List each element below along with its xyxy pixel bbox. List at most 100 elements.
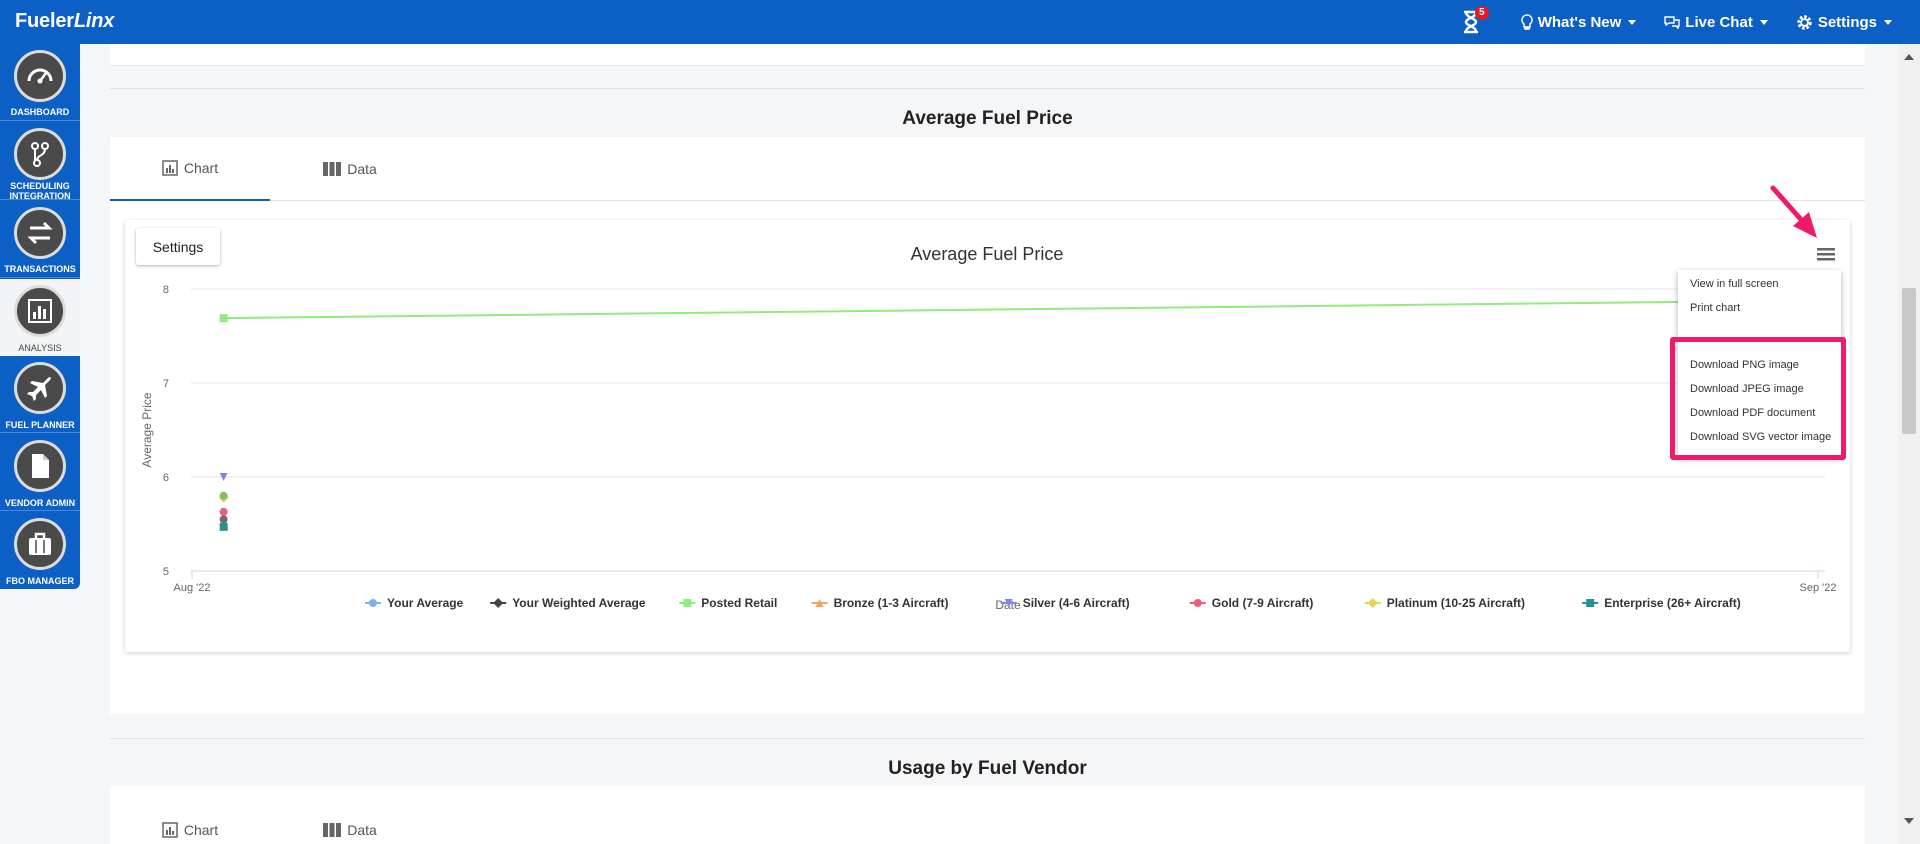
x-tick-label: Sep '22 [1800,582,1837,594]
annotation-arrow-icon [1770,185,1817,238]
sidebar-item-label: VENDOR ADMIN [4,498,76,508]
chart-context-menu-button[interactable] [1815,243,1837,265]
legend-item-label: Enterprise (26+ Aircraft) [1604,596,1741,610]
tab-chart[interactable]: Chart [110,816,270,844]
sidebar-item-scheduling-integration[interactable]: SCHEDULING INTEGRATION [0,122,80,201]
average-fuel-price-card: Chart Data Average Fuel Price 5 6 7 8 Aug '22… [110,137,1865,714]
tab-chart[interactable]: Chart [110,137,270,201]
columns-icon [323,162,342,176]
tab-chart-label: Chart [183,160,219,176]
tab-chart-label: Chart [183,822,219,838]
exchange-icon [14,207,66,259]
scrollbar-thumb[interactable] [1902,288,1916,434]
section-heading-usage-by-fuel-vendor: Usage by Fuel Vendor [110,738,1865,786]
y-tick-label: 7 [163,378,169,390]
chart-data-tabs: Chart Data [110,137,1865,201]
previous-section-card [110,44,1865,66]
sidebar-item-label: ANALYSIS [18,343,62,353]
bar-chart-icon [162,822,178,838]
tab-data-label: Data [347,161,377,177]
sidebar-item-transactions[interactable]: TRANSACTIONS [0,201,80,278]
chat-bubbles-icon [1664,16,1680,29]
sidebar-item-label: DASHBOARD [10,107,70,117]
chevron-down-icon [1628,19,1637,25]
briefcase-icon [14,518,66,570]
hamburger-menu-icon [1817,248,1835,261]
brand-primary: Fueler [15,10,74,32]
data-point [219,522,228,531]
legend-marker [1193,599,1202,607]
bar-chart-icon [14,285,66,337]
legend-item-label: Silver (4-6 Aircraft) [1023,596,1130,610]
live-chat-menu[interactable]: Live Chat [1664,14,1768,31]
page-title: Average Fuel Price [902,108,1073,129]
section-heading-average-fuel-price: Average Fuel Price [110,88,1865,136]
legend-marker [369,599,377,607]
legend-item-label: Platinum (10-25 Aircraft) [1387,596,1525,610]
y-axis-title: Average Price [140,392,154,467]
brand-logo[interactable]: FuelerLinx [15,10,114,33]
legend-item-label: Bronze (1-3 Aircraft) [834,596,949,610]
sidebar-item-fuel-planner[interactable]: FUEL PLANNER [0,356,80,433]
sidebar-item-label: FBO MANAGER [6,576,74,586]
sidebar-item-label: FUEL PLANNER [5,420,75,430]
series-line [223,299,1824,320]
lightbulb-icon [1521,14,1533,30]
sidebar-item-fbo-manager[interactable]: FBO MANAGER [0,512,80,589]
sidebar-item-vendor-admin[interactable]: VENDOR ADMIN [0,434,80,511]
whats-new-menu[interactable]: What's New [1521,14,1637,31]
x-tick-label: Aug '22 [174,582,211,594]
menu-item-download-svg[interactable]: Download SVG vector image [1690,431,1831,443]
average-fuel-price-chart: Average Fuel Price5678Aug '22Sep '22Date… [125,220,1850,652]
page-scrollbar[interactable] [1898,44,1920,844]
chevron-down-icon [1759,19,1768,25]
legend-item-label: Posted Retail [701,596,777,610]
chart-data-tabs: Chart Data [110,786,1865,844]
legend-item-label: Your Average [387,596,464,610]
y-tick-label: 8 [163,284,169,296]
sidebar-item-label: TRANSACTIONS [4,264,76,274]
branch-icon [14,128,66,180]
gear-icon [1797,14,1812,30]
top-navbar: FuelerLinx 5 What's New Live Chat Settin… [0,0,1920,44]
tab-data[interactable]: Data [270,137,430,201]
bar-chart-icon [162,160,178,176]
scroll-up-icon[interactable] [1904,54,1914,60]
chart-export-menu: View in full screen Print chart Download… [1678,270,1841,457]
sidebar-item-analysis[interactable]: ANALYSIS [0,279,80,356]
sidebar: DASHBOARD SCHEDULING INTEGRATION TRANSAC… [0,44,80,589]
brand-secondary: Linx [73,10,115,32]
document-icon [14,440,66,492]
notification-badge: 5 [1474,6,1489,20]
legend-item-label: Gold (7-9 Aircraft) [1212,596,1314,610]
menu-item-print-chart[interactable]: Print chart [1690,302,1740,314]
gauge-icon [14,50,66,102]
tab-data[interactable]: Data [270,816,430,844]
sidebar-item-dashboard[interactable]: DASHBOARD [0,44,80,121]
settings-label: Settings [1817,13,1877,31]
legend-item-label: Your Weighted Average [512,596,646,610]
menu-item-download-png[interactable]: Download PNG image [1690,359,1799,371]
chart-settings-label: Settings [152,238,204,255]
menu-item-view-full-screen[interactable]: View in full screen [1690,278,1778,290]
data-point [219,507,228,516]
columns-icon [323,823,342,837]
menu-item-download-jpeg[interactable]: Download JPEG image [1690,383,1804,395]
y-tick-label: 6 [163,472,169,484]
data-point [219,314,228,323]
whats-new-label: What's New [1537,13,1622,31]
notifications-button[interactable]: 5 [1461,6,1489,34]
usage-by-fuel-vendor-card: Chart Data [110,786,1865,844]
scroll-down-icon[interactable] [1904,818,1914,824]
settings-menu[interactable]: Settings [1796,14,1892,31]
legend-marker [683,599,692,607]
legend-marker [493,598,504,608]
chart-settings-button[interactable]: Settings [136,228,220,265]
chart-svg: Average Fuel Price5678Aug '22Sep '22Date… [140,244,1837,612]
y-tick-label: 5 [163,566,169,578]
tab-data-label: Data [347,822,377,838]
chart-title: Average Fuel Price [911,244,1064,264]
menu-item-download-pdf[interactable]: Download PDF document [1690,407,1815,419]
data-point [219,491,228,500]
legend-marker [1367,598,1378,608]
